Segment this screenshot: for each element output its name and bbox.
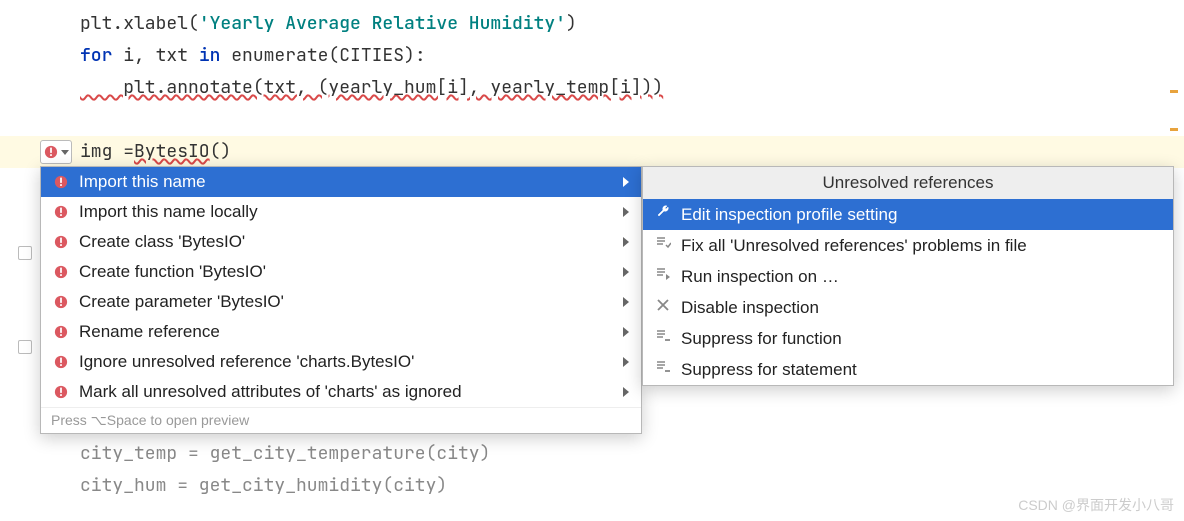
code-line: for i, txt in enumerate(CITIES):: [80, 40, 1184, 72]
submenu-arrow-icon: [623, 177, 629, 187]
intention-item-label: Create function 'BytesIO': [79, 262, 266, 282]
code-editor[interactable]: plt.xlabel('Yearly Average Relative Humi…: [0, 0, 1184, 168]
code-line: plt.annotate(txt, (yearly_hum[i], yearly…: [80, 72, 1184, 104]
submenu-arrow-icon: [623, 357, 629, 367]
submenu-arrow-icon: [623, 207, 629, 217]
intention-actions-popup[interactable]: Import this name Import this name locall…: [40, 166, 642, 434]
error-bulb-icon: [53, 174, 69, 190]
gutter-fold-marker[interactable]: [18, 246, 32, 260]
intention-item-import-this-name[interactable]: Import this name: [41, 167, 641, 197]
submenu-item-label: Run inspection on …: [681, 267, 839, 287]
gutter-fold-marker[interactable]: [18, 340, 32, 354]
submenu-item-suppress-function[interactable]: Suppress for function: [643, 323, 1173, 354]
intention-item-rename-reference[interactable]: Rename reference: [41, 317, 641, 347]
submenu-item-label: Suppress for function: [681, 329, 842, 349]
submenu-arrow-icon: [623, 327, 629, 337]
submenu-item-label: Fix all 'Unresolved references' problems…: [681, 236, 1027, 256]
scrollbar-error-markers[interactable]: [1170, 90, 1178, 166]
popup-footer-hint: Press ⌥Space to open preview: [41, 407, 641, 433]
submenu-item-edit-profile[interactable]: Edit inspection profile setting: [643, 199, 1173, 230]
highlighted-code-line[interactable]: img = BytesIO(): [0, 136, 1184, 168]
intention-item-label: Import this name locally: [79, 202, 258, 222]
submenu-arrow-icon: [623, 387, 629, 397]
error-bulb-icon: [53, 204, 69, 220]
intention-item-label: Create parameter 'BytesIO': [79, 292, 284, 312]
submenu-item-fix-all[interactable]: Fix all 'Unresolved references' problems…: [643, 230, 1173, 261]
chevron-down-icon: [61, 150, 69, 155]
submenu-arrow-icon: [623, 267, 629, 277]
intention-item-label: Mark all unresolved attributes of 'chart…: [79, 382, 462, 402]
suppress-icon: [655, 359, 671, 380]
submenu-arrow-icon: [623, 297, 629, 307]
submenu-item-run-inspection[interactable]: Run inspection on …: [643, 261, 1173, 292]
submenu-item-label: Disable inspection: [681, 298, 819, 318]
inspection-submenu-popup[interactable]: Unresolved references Edit inspection pr…: [642, 166, 1174, 386]
watermark-text: CSDN @界面开发小八哥: [1018, 495, 1174, 515]
intention-item-label: Rename reference: [79, 322, 220, 342]
error-bulb-icon: [53, 354, 69, 370]
suppress-icon: [655, 328, 671, 349]
code-line-behind: city_temp = get_city_temperature(city): [0, 438, 490, 470]
intention-bulb-button[interactable]: [40, 140, 72, 164]
intention-item-mark-ignored[interactable]: Mark all unresolved attributes of 'chart…: [41, 377, 641, 407]
submenu-item-disable[interactable]: Disable inspection: [643, 292, 1173, 323]
submenu-item-label: Suppress for statement: [681, 360, 857, 380]
intention-item-create-function[interactable]: Create function 'BytesIO': [41, 257, 641, 287]
error-bulb-icon: [53, 234, 69, 250]
intention-item-create-class[interactable]: Create class 'BytesIO': [41, 227, 641, 257]
submenu-item-suppress-statement[interactable]: Suppress for statement: [643, 354, 1173, 385]
submenu-header: Unresolved references: [643, 167, 1173, 199]
intention-item-import-locally[interactable]: Import this name locally: [41, 197, 641, 227]
intention-item-label: Create class 'BytesIO': [79, 232, 245, 252]
error-bulb-icon: [53, 384, 69, 400]
intention-item-ignore-reference[interactable]: Ignore unresolved reference 'charts.Byte…: [41, 347, 641, 377]
intention-item-create-parameter[interactable]: Create parameter 'BytesIO': [41, 287, 641, 317]
error-bulb-icon: [53, 264, 69, 280]
error-bulb-icon: [53, 324, 69, 340]
code-line-behind: city_hum = get_city_humidity(city): [0, 470, 490, 502]
run-inspection-icon: [655, 266, 671, 287]
intention-item-label: Import this name: [79, 172, 206, 192]
error-bulb-icon: [43, 144, 59, 160]
error-bulb-icon: [53, 294, 69, 310]
disable-icon: [655, 297, 671, 318]
intention-item-label: Ignore unresolved reference 'charts.Byte…: [79, 352, 414, 372]
wrench-icon: [655, 204, 671, 225]
submenu-arrow-icon: [623, 237, 629, 247]
submenu-item-label: Edit inspection profile setting: [681, 205, 897, 225]
fix-all-icon: [655, 235, 671, 256]
code-line: plt.xlabel('Yearly Average Relative Humi…: [80, 8, 1184, 40]
